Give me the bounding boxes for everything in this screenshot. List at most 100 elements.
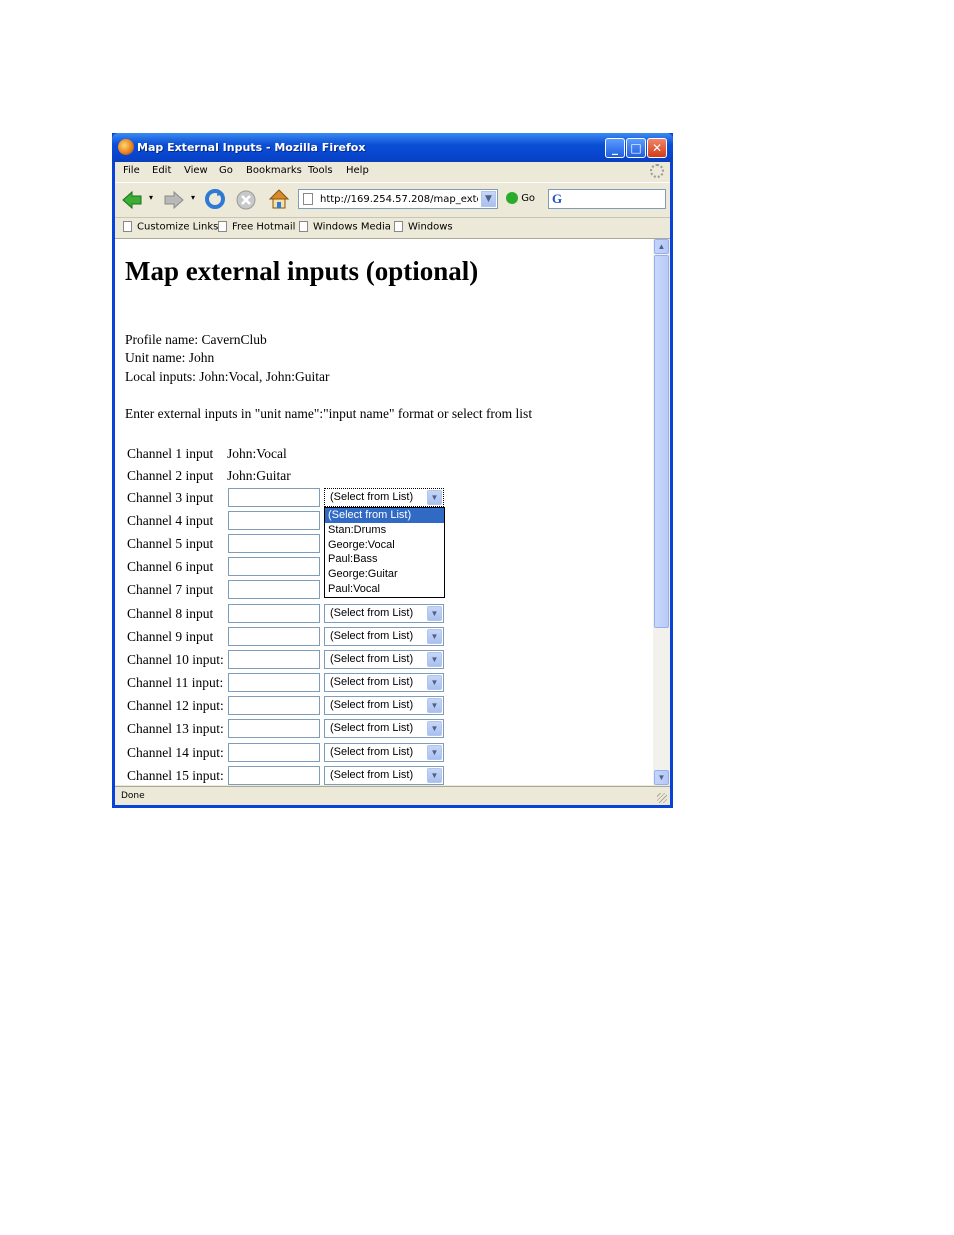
channel-text-input[interactable] xyxy=(228,604,320,623)
chevron-down-icon[interactable]: ▼ xyxy=(427,490,442,505)
channel-text-input[interactable] xyxy=(228,743,320,762)
channel-label: Channel 3 input xyxy=(127,490,214,505)
channel-text-input[interactable] xyxy=(228,766,320,785)
local-inputs: Local inputs: John:Vocal, John:Guitar xyxy=(125,369,330,384)
resize-grip-icon[interactable] xyxy=(657,793,667,803)
channel-text-input[interactable] xyxy=(228,650,320,669)
channel-select[interactable]: (Select from List) ▼ xyxy=(324,719,444,738)
menu-tools[interactable]: Tools xyxy=(308,165,333,176)
url-history-dropdown[interactable]: ▼ xyxy=(481,191,496,207)
channel-select[interactable]: (Select from List) ▼ xyxy=(324,488,444,507)
menu-help[interactable]: Help xyxy=(346,165,369,176)
page-icon xyxy=(394,221,403,232)
chevron-down-icon[interactable]: ▼ xyxy=(427,721,442,736)
channel-fixed-value: John:Guitar xyxy=(227,468,291,483)
channel-select[interactable]: (Select from List) ▼ xyxy=(324,766,444,785)
menu-bar: File Edit View Go Bookmarks Tools Help xyxy=(115,162,670,181)
chevron-down-icon[interactable]: ▼ xyxy=(427,606,442,621)
unit-name: Unit name: John xyxy=(125,350,215,365)
channel-label: Channel 9 input xyxy=(127,629,214,644)
channel-select[interactable]: (Select from List) ▼ xyxy=(324,604,444,623)
dropdown-option[interactable]: Paul:Vocal xyxy=(325,582,444,597)
title-bar[interactable]: Map External Inputs - Mozilla Firefox _ … xyxy=(112,133,673,162)
chevron-down-icon[interactable]: ▼ xyxy=(427,768,442,783)
channel-text-input[interactable] xyxy=(228,696,320,715)
channel-select[interactable]: (Select from List) ▼ xyxy=(324,673,444,692)
bookmarks-toolbar: Customize Links Free Hotmail Windows Med… xyxy=(115,217,670,239)
channel-text-input[interactable] xyxy=(228,488,320,507)
firefox-logo-icon xyxy=(118,139,134,155)
channel-label: Channel 6 input xyxy=(127,559,214,574)
page-heading: Map external inputs (optional) xyxy=(125,256,479,286)
bookmark-windows[interactable]: Windows xyxy=(394,221,453,233)
window-title: Map External Inputs - Mozilla Firefox xyxy=(137,141,366,154)
channel-label: Channel 10 input: xyxy=(127,652,224,667)
dropdown-option[interactable]: (Select from List) xyxy=(325,508,444,523)
channel-text-input[interactable] xyxy=(228,511,320,530)
status-text: Done xyxy=(121,791,145,801)
dropdown-option[interactable]: George:Vocal xyxy=(325,538,444,553)
channel-select[interactable]: (Select from List) ▼ xyxy=(324,627,444,646)
address-bar[interactable]: http://169.254.57.208/map_exterr ▼ xyxy=(298,189,498,209)
navigation-toolbar: ▾ ▾ http://169.254.57.208/map_exterr ▼ G… xyxy=(115,182,670,218)
vertical-scrollbar[interactable]: ▲ ▼ xyxy=(653,239,670,785)
chevron-down-icon[interactable]: ▼ xyxy=(427,675,442,690)
close-button[interactable]: ✕ xyxy=(647,138,667,158)
channel-fixed-value: John:Vocal xyxy=(227,446,287,461)
channel-select[interactable]: (Select from List) ▼ xyxy=(324,743,444,762)
back-icon[interactable] xyxy=(121,189,143,211)
dropdown-option[interactable]: Paul:Bass xyxy=(325,552,444,567)
page-icon xyxy=(299,221,308,232)
minimize-button[interactable]: _ xyxy=(605,138,625,158)
chevron-down-icon[interactable]: ▼ xyxy=(427,629,442,644)
channel-label: Channel 2 input xyxy=(127,468,214,483)
scroll-down-icon[interactable]: ▼ xyxy=(654,770,669,785)
channel-text-input[interactable] xyxy=(228,534,320,553)
menu-go[interactable]: Go xyxy=(219,165,233,176)
go-label: Go xyxy=(521,193,536,204)
menu-bookmarks[interactable]: Bookmarks xyxy=(246,165,302,176)
maximize-button[interactable]: □ xyxy=(626,138,646,158)
home-icon[interactable] xyxy=(267,187,291,211)
select-dropdown-list[interactable]: (Select from List) Stan:Drums George:Voc… xyxy=(324,507,445,598)
channel-label: Channel 7 input xyxy=(127,582,214,597)
channel-label: Channel 12 input: xyxy=(127,698,224,713)
channel-text-input[interactable] xyxy=(228,627,320,646)
channel-text-input[interactable] xyxy=(228,673,320,692)
forward-dropdown-icon[interactable]: ▾ xyxy=(191,193,195,202)
dropdown-option[interactable]: George:Guitar xyxy=(325,567,444,582)
bookmark-customize-links[interactable]: Customize Links xyxy=(123,221,218,233)
bookmark-free-hotmail[interactable]: Free Hotmail xyxy=(218,221,295,233)
forward-icon[interactable] xyxy=(163,189,185,211)
status-bar: Done xyxy=(115,786,670,806)
chevron-down-icon[interactable]: ▼ xyxy=(427,745,442,760)
dropdown-option[interactable]: Stan:Drums xyxy=(325,523,444,538)
back-dropdown-icon[interactable]: ▾ xyxy=(149,193,153,202)
bookmark-windows-media[interactable]: Windows Media xyxy=(299,221,391,233)
go-button[interactable]: Go xyxy=(506,192,535,204)
channel-label: Channel 8 input xyxy=(127,606,214,621)
channel-text-input[interactable] xyxy=(228,719,320,738)
menu-edit[interactable]: Edit xyxy=(152,165,171,176)
channel-label: Channel 1 input xyxy=(127,446,214,461)
stop-icon[interactable] xyxy=(235,189,257,211)
channel-text-input[interactable] xyxy=(228,557,320,576)
menu-view[interactable]: View xyxy=(184,165,208,176)
page-icon xyxy=(218,221,227,232)
scroll-up-icon[interactable]: ▲ xyxy=(654,239,669,254)
channel-text-input[interactable] xyxy=(228,580,320,599)
search-box[interactable]: G xyxy=(548,189,666,209)
channel-label: Channel 5 input xyxy=(127,536,214,551)
google-icon[interactable]: G xyxy=(552,191,562,207)
page-icon xyxy=(123,221,132,232)
channel-select[interactable]: (Select from List) ▼ xyxy=(324,650,444,669)
channel-label: Channel 14 input: xyxy=(127,745,224,760)
channel-label: Channel 11 input: xyxy=(127,675,224,690)
scrollbar-thumb[interactable] xyxy=(654,255,669,628)
chevron-down-icon[interactable]: ▼ xyxy=(427,698,442,713)
url-text[interactable]: http://169.254.57.208/map_exterr xyxy=(320,194,478,205)
menu-file[interactable]: File xyxy=(123,165,140,176)
channel-select[interactable]: (Select from List) ▼ xyxy=(324,696,444,715)
reload-icon[interactable] xyxy=(204,188,226,210)
chevron-down-icon[interactable]: ▼ xyxy=(427,652,442,667)
